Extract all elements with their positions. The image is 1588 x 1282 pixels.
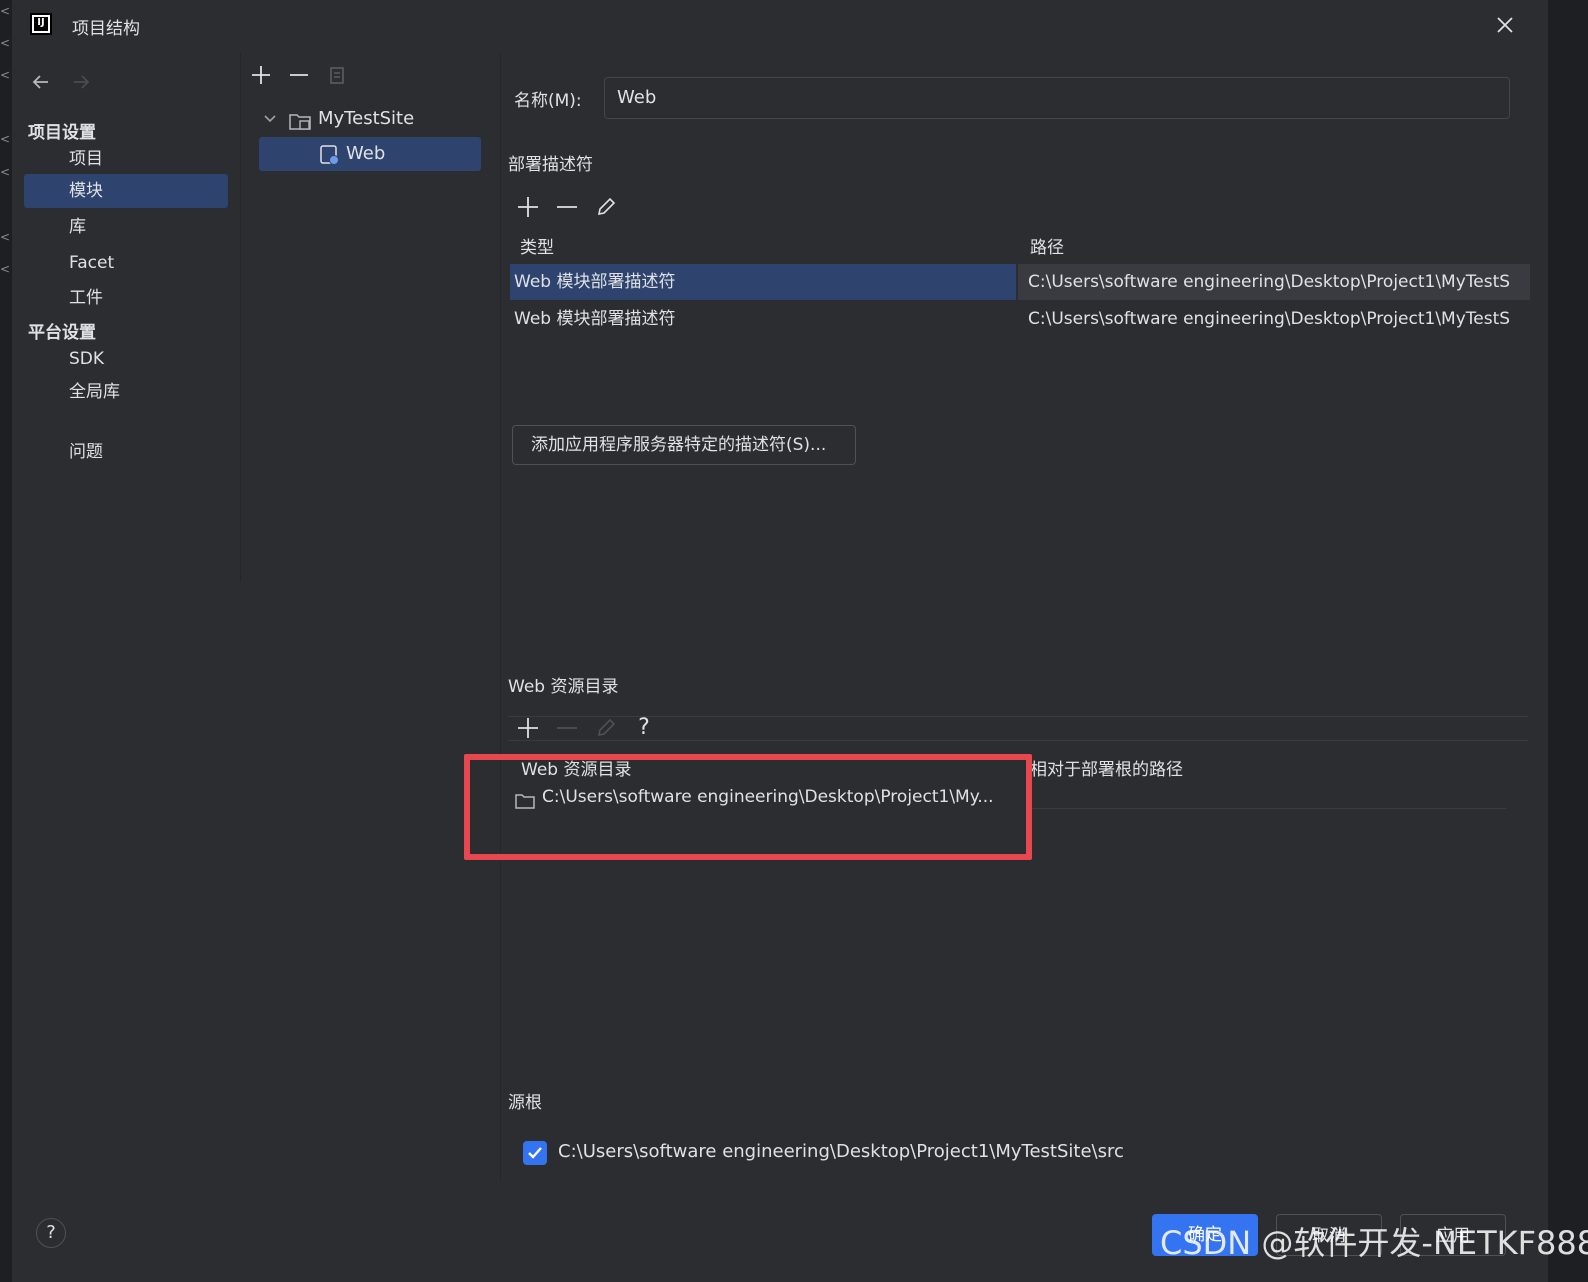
add-icon[interactable]	[514, 714, 542, 742]
sidebar-item-libraries[interactable]: 库	[24, 210, 228, 244]
name-label: 名称(M):	[514, 91, 582, 111]
back-arrow-icon[interactable]	[28, 70, 54, 94]
remove-icon[interactable]	[553, 193, 581, 221]
section-project-settings: 项目设置	[28, 123, 96, 143]
add-icon[interactable]	[514, 193, 542, 221]
sidebar-item-artifacts[interactable]: 工件	[24, 281, 228, 315]
source-root-checkbox[interactable]	[523, 1141, 547, 1165]
tree-divider	[500, 52, 501, 1182]
help-icon[interactable]: ?	[630, 714, 658, 742]
source-roots-title: 源根	[508, 1093, 542, 1113]
column-header-type[interactable]: 类型	[520, 233, 554, 258]
table-row[interactable]: Web 模块部署描述符 C:\Users\software engineerin…	[510, 301, 1530, 337]
web-resource-dirs-title: Web 资源目录	[508, 677, 619, 697]
cell-path: C:\Users\software engineering\Desktop\Pr…	[1028, 272, 1511, 292]
sidebar-divider	[240, 52, 241, 582]
sidebar-item-project[interactable]: 项目	[24, 142, 228, 176]
cell-type: Web 模块部署描述符	[514, 309, 676, 329]
sidebar-item-global-libraries[interactable]: 全局库	[24, 375, 228, 409]
chevron-left-icon: <	[0, 132, 11, 146]
name-field[interactable]: Web	[604, 77, 1510, 119]
chevron-left-icon: <	[0, 165, 11, 179]
left-gutter: < < < < < < <	[0, 0, 12, 900]
sidebar-item-facets[interactable]: Facet	[24, 246, 228, 280]
settings-sidebar: 项目设置 项目 模块 库 Facet 工件 平台设置 SDK 全局库 问题	[12, 100, 240, 1000]
right-gutter	[1548, 0, 1588, 900]
source-root-path: C:\Users\software engineering\Desktop\Pr…	[558, 1141, 1124, 1162]
chevron-left-icon: <	[0, 4, 11, 18]
edit-pencil-icon[interactable]	[592, 193, 620, 221]
add-icon[interactable]	[248, 62, 274, 88]
remove-icon[interactable]	[553, 714, 581, 742]
tree-item-web[interactable]: Web	[259, 137, 481, 171]
cell-path: C:\Users\software engineering\Desktop\Pr…	[1028, 309, 1511, 329]
title-bar: IJ 项目结构	[12, 0, 1548, 52]
chevron-left-icon: <	[0, 230, 11, 244]
section-platform-settings: 平台设置	[28, 323, 96, 343]
chevron-left-icon: <	[0, 262, 11, 276]
cell-type: Web 模块部署描述符	[514, 272, 676, 292]
chevron-left-icon: <	[0, 36, 11, 50]
window-title: 项目结构	[72, 19, 140, 39]
remove-icon[interactable]	[286, 62, 312, 88]
deploy-descriptors-title: 部署描述符	[508, 155, 593, 175]
sidebar-item-sdk[interactable]: SDK	[24, 342, 228, 376]
forward-arrow-icon[interactable]	[68, 70, 94, 94]
csdn-watermark: CSDN @软件开发-NETKF8888	[1160, 1224, 1588, 1262]
intellij-logo-icon: IJ	[30, 13, 52, 35]
chevron-left-icon: <	[0, 68, 11, 82]
divider	[508, 716, 1528, 717]
sidebar-item-problems[interactable]: 问题	[24, 435, 228, 469]
web-module-icon	[319, 144, 341, 178]
column-header-relative-path[interactable]: 相对于部署根的路径	[1030, 755, 1183, 780]
column-header-path[interactable]: 路径	[1030, 233, 1064, 258]
sidebar-item-modules[interactable]: 模块	[24, 174, 228, 208]
help-button[interactable]: ?	[36, 1218, 66, 1248]
add-server-descriptor-button[interactable]: 添加应用程序服务器特定的描述符(S)...	[512, 425, 856, 465]
tree-item-label: Web	[346, 143, 386, 164]
annotation-highlight-box	[464, 754, 1032, 860]
edit-pencil-icon[interactable]	[592, 714, 620, 742]
tree-item-mytestsite[interactable]: MyTestSite	[258, 102, 486, 136]
table-row[interactable]: Web 模块部署描述符 C:\Users\software engineerin…	[510, 264, 1530, 300]
copy-icon[interactable]	[324, 62, 350, 88]
project-structure-dialog: IJ 项目结构 项目设置 项目 模块 库 Facet 工件 平台设置 SDK 全…	[12, 0, 1548, 1282]
close-icon[interactable]	[1494, 14, 1516, 36]
tree-item-label: MyTestSite	[318, 108, 415, 129]
